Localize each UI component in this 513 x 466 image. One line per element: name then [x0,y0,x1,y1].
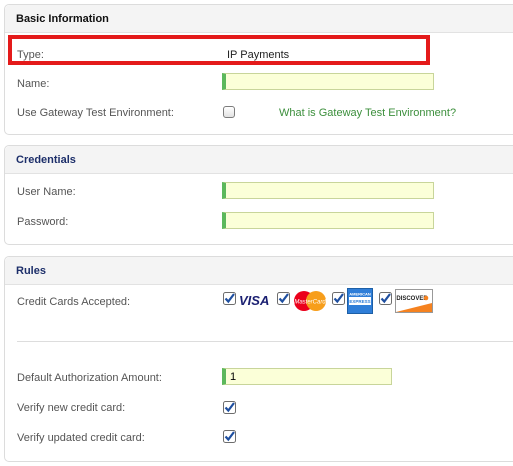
discover-icon: DISCOVER [395,289,433,313]
rules-divider [17,341,513,342]
verify-new-card-label: Verify new credit card: [17,402,126,414]
test-environment-label: Use Gateway Test Environment: [17,107,174,119]
default-authorization-label: Default Authorization Amount: [17,372,162,384]
basic-information-header: Basic Information [5,5,513,33]
test-environment-help-link[interactable]: What is Gateway Test Environment? [279,107,456,119]
username-input[interactable] [222,182,434,199]
password-input[interactable] [222,212,434,229]
name-label: Name: [17,78,50,90]
verify-updated-card-checkbox[interactable] [223,430,236,443]
mastercard-icon: MasterCard [294,291,326,311]
svg-text:EXPRESS: EXPRESS [349,299,370,304]
verify-updated-card-label: Verify updated credit card: [17,432,145,444]
visa-logo-text: VISA [239,293,269,307]
rules-header: Rules [5,257,513,285]
credentials-title: Credentials [16,154,76,166]
rules-title: Rules [16,265,46,277]
mastercard-logo-text: MasterCard [294,300,326,306]
credit-cards-label: Credit Cards Accepted: [17,296,131,308]
svg-text:AMERICAN: AMERICAN [349,292,371,297]
mastercard-checkbox[interactable] [277,292,290,305]
basic-information-title: Basic Information [16,13,109,25]
password-label: Password: [17,216,69,228]
amex-icon: AMERICAN EXPRESS [347,288,373,314]
discover-checkbox[interactable] [379,292,392,305]
type-highlight-frame [8,35,430,65]
default-authorization-input[interactable] [222,368,392,385]
rules-panel: Rules Credit Cards Accepted: VISA Master… [4,256,513,462]
test-environment-checkbox[interactable] [223,106,235,118]
visa-checkbox[interactable] [223,292,236,305]
credentials-panel: Credentials User Name: Password: [4,145,513,245]
visa-icon: VISA [239,293,269,307]
basic-information-panel: Basic Information Type: IP Payments Name… [4,4,513,135]
verify-new-card-checkbox[interactable] [223,401,236,414]
credentials-header: Credentials [5,146,513,174]
name-input[interactable] [222,73,434,90]
username-label: User Name: [17,186,76,198]
amex-checkbox[interactable] [332,292,345,305]
discover-logo-text: DISCOVER [396,296,428,302]
